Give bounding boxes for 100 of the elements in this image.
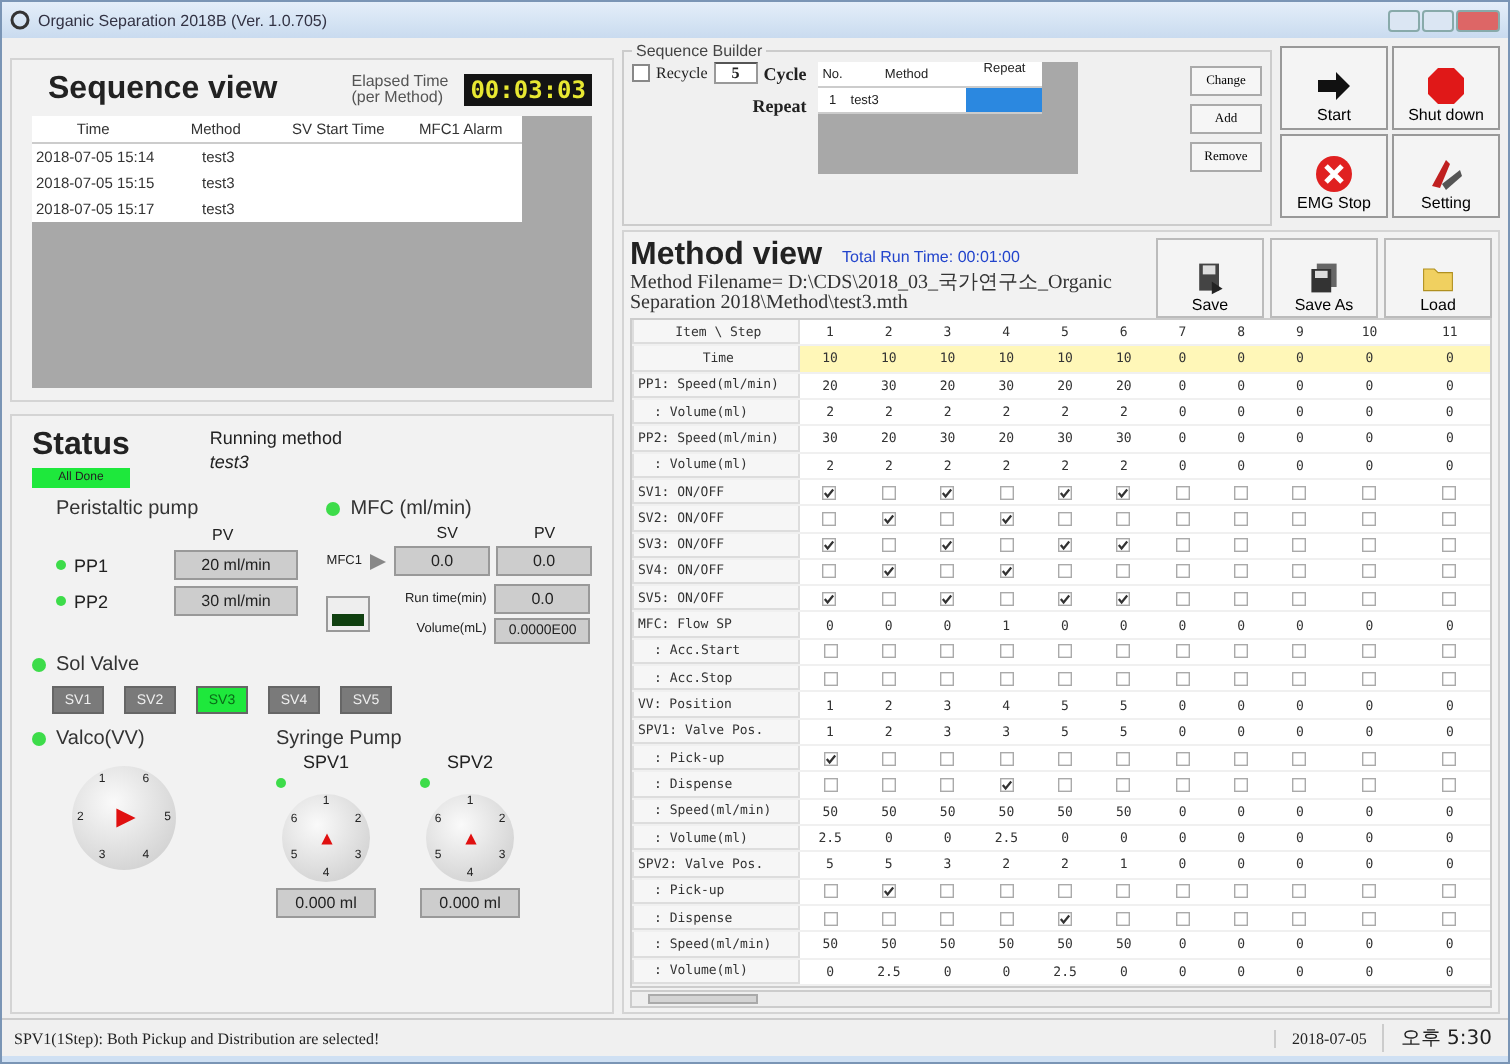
- load-button[interactable]: Load: [1384, 238, 1492, 318]
- step-checkbox[interactable]: [999, 884, 1014, 899]
- step-checkbox[interactable]: [1362, 485, 1377, 500]
- step-checkbox[interactable]: [1175, 591, 1190, 606]
- step-checkbox[interactable]: [1234, 911, 1249, 926]
- emergency-stop-button[interactable]: EMG Stop: [1280, 134, 1388, 218]
- step-checkbox[interactable]: [1175, 564, 1190, 579]
- step-checkbox[interactable]: [881, 777, 896, 792]
- step-checkbox[interactable]: [999, 644, 1014, 659]
- step-checkbox[interactable]: [822, 511, 837, 526]
- close-button[interactable]: [1456, 9, 1500, 31]
- step-checkbox[interactable]: [881, 644, 896, 659]
- step-checkbox[interactable]: [1234, 644, 1249, 659]
- step-checkbox[interactable]: [1175, 538, 1190, 553]
- reset-button[interactable]: [326, 596, 371, 632]
- step-checkbox[interactable]: [1362, 538, 1377, 553]
- step-checkbox[interactable]: [1442, 538, 1457, 553]
- step-checkbox[interactable]: [1362, 911, 1377, 926]
- step-checkbox[interactable]: [1116, 751, 1131, 766]
- step-checkbox[interactable]: [940, 644, 955, 659]
- step-checkbox[interactable]: [940, 485, 955, 500]
- step-checkbox[interactable]: [1116, 644, 1131, 659]
- step-checkbox[interactable]: [1442, 564, 1457, 579]
- step-checkbox[interactable]: [822, 564, 837, 579]
- recycle-checkbox[interactable]: [632, 64, 650, 82]
- step-checkbox[interactable]: [1116, 884, 1131, 899]
- step-checkbox[interactable]: [881, 751, 896, 766]
- step-checkbox[interactable]: [822, 485, 837, 500]
- step-checkbox[interactable]: [940, 564, 955, 579]
- step-checkbox[interactable]: [881, 591, 896, 606]
- step-checkbox[interactable]: [1116, 777, 1131, 792]
- step-checkbox[interactable]: [881, 671, 896, 686]
- step-checkbox[interactable]: [1292, 884, 1307, 899]
- step-checkbox[interactable]: [940, 751, 955, 766]
- step-checkbox[interactable]: [1116, 591, 1131, 606]
- step-checkbox[interactable]: [1234, 591, 1249, 606]
- step-checkbox[interactable]: [1234, 485, 1249, 500]
- step-checkbox[interactable]: [1234, 671, 1249, 686]
- step-checkbox[interactable]: [1292, 644, 1307, 659]
- step-checkbox[interactable]: [1234, 564, 1249, 579]
- step-checkbox[interactable]: [940, 538, 955, 553]
- step-checkbox[interactable]: [1442, 911, 1457, 926]
- step-checkbox[interactable]: [999, 751, 1014, 766]
- step-checkbox[interactable]: [1234, 538, 1249, 553]
- step-checkbox[interactable]: [1362, 564, 1377, 579]
- step-checkbox[interactable]: [1362, 777, 1377, 792]
- step-checkbox[interactable]: [1058, 751, 1073, 766]
- step-checkbox[interactable]: [1362, 511, 1377, 526]
- step-checkbox[interactable]: [1057, 591, 1072, 606]
- step-checkbox[interactable]: [1292, 564, 1307, 579]
- step-checkbox[interactable]: [1116, 511, 1131, 526]
- step-checkbox[interactable]: [1442, 777, 1457, 792]
- step-checkbox[interactable]: [1175, 511, 1190, 526]
- step-checkbox[interactable]: [1362, 671, 1377, 686]
- step-checkbox[interactable]: [999, 538, 1014, 553]
- step-checkbox[interactable]: [1175, 911, 1190, 926]
- step-checkbox[interactable]: [822, 538, 837, 553]
- step-checkbox[interactable]: [1058, 644, 1073, 659]
- step-checkbox[interactable]: [823, 911, 838, 926]
- step-checkbox[interactable]: [1116, 538, 1131, 553]
- save-as-button[interactable]: Save As: [1270, 238, 1378, 318]
- step-checkbox[interactable]: [1175, 751, 1190, 766]
- step-checkbox[interactable]: [1058, 777, 1073, 792]
- shutdown-button[interactable]: Shut down: [1392, 46, 1500, 130]
- save-button[interactable]: Save: [1156, 238, 1264, 318]
- step-checkbox[interactable]: [881, 911, 896, 926]
- step-checkbox[interactable]: [1442, 591, 1457, 606]
- step-checkbox[interactable]: [1116, 671, 1131, 686]
- step-checkbox[interactable]: [1175, 644, 1190, 659]
- step-checkbox[interactable]: [1057, 485, 1072, 500]
- step-checkbox[interactable]: [1234, 777, 1249, 792]
- step-checkbox[interactable]: [1175, 884, 1190, 899]
- step-checkbox[interactable]: [999, 564, 1014, 579]
- step-checkbox[interactable]: [1175, 671, 1190, 686]
- step-checkbox[interactable]: [1057, 511, 1072, 526]
- step-checkbox[interactable]: [999, 511, 1014, 526]
- horizontal-scrollbar[interactable]: [630, 990, 1492, 1008]
- step-checkbox[interactable]: [940, 511, 955, 526]
- step-checkbox[interactable]: [1175, 777, 1190, 792]
- step-checkbox[interactable]: [881, 511, 896, 526]
- step-checkbox[interactable]: [1234, 751, 1249, 766]
- step-checkbox[interactable]: [1292, 511, 1307, 526]
- step-checkbox[interactable]: [1116, 564, 1131, 579]
- step-checkbox[interactable]: [1292, 777, 1307, 792]
- step-checkbox[interactable]: [940, 591, 955, 606]
- step-checkbox[interactable]: [1057, 564, 1072, 579]
- step-checkbox[interactable]: [940, 911, 955, 926]
- start-button[interactable]: Start: [1280, 46, 1388, 130]
- step-checkbox[interactable]: [1292, 485, 1307, 500]
- step-checkbox[interactable]: [999, 911, 1014, 926]
- step-checkbox[interactable]: [1057, 538, 1072, 553]
- step-checkbox[interactable]: [881, 564, 896, 579]
- step-checkbox[interactable]: [1362, 644, 1377, 659]
- step-checkbox[interactable]: [1292, 671, 1307, 686]
- step-checkbox[interactable]: [1292, 591, 1307, 606]
- step-checkbox[interactable]: [1058, 884, 1073, 899]
- step-checkbox[interactable]: [999, 777, 1014, 792]
- maximize-button[interactable]: [1422, 9, 1454, 31]
- step-checkbox[interactable]: [1362, 591, 1377, 606]
- step-checkbox[interactable]: [940, 671, 955, 686]
